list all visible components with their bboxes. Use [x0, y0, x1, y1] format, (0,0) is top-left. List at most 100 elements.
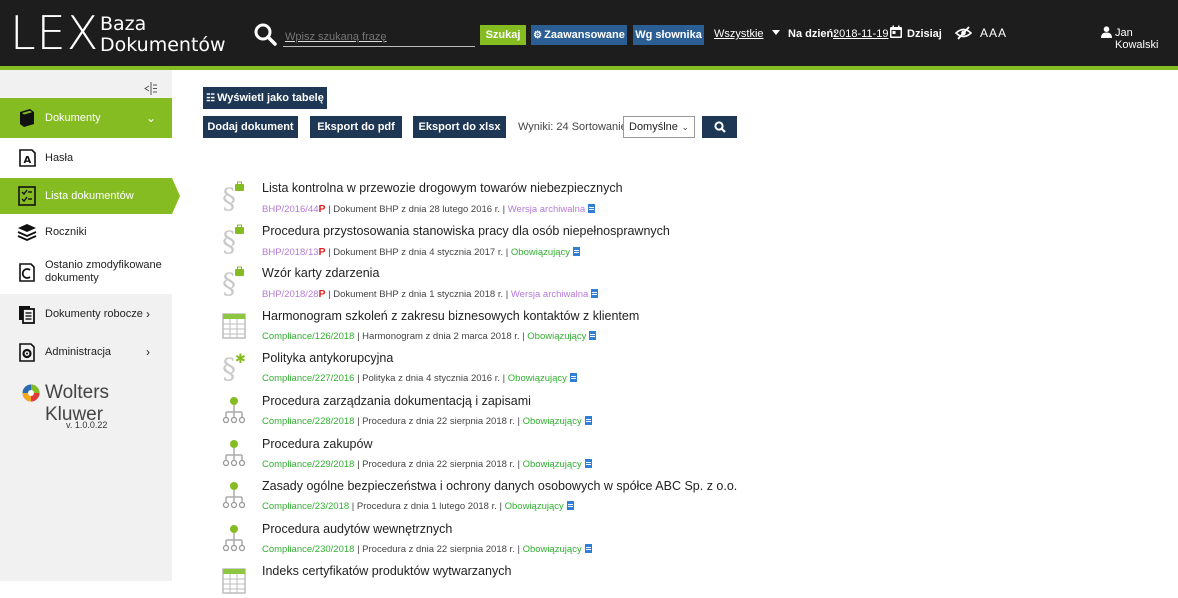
document-meta: BHP/2016/44P | Dokument BHP z dnia 28 lu…	[262, 203, 596, 215]
document-meta: Compliance/23/2018 | Procedura z dnia 1 …	[262, 501, 574, 512]
sidebar-item-dokumenty-robocze[interactable]: Dokumenty robocze ›	[0, 296, 172, 332]
document-signature[interactable]: Compliance/228/2018	[262, 416, 354, 427]
advanced-search-button[interactable]: ⚙ Zaawansowane	[531, 25, 627, 45]
brand-name: Wolters Kluwer	[45, 382, 110, 425]
document-title[interactable]: Polityka antykorupcyjna	[262, 351, 393, 365]
stack-icon	[17, 224, 37, 241]
document-file-icon[interactable]	[584, 416, 592, 425]
date-label: Na dzień:	[788, 28, 837, 40]
document-description: | Dokument BHP z dnia 4 stycznia 2017 r.…	[325, 247, 511, 258]
table-view-button[interactable]: ☷ Wyświetl jako tabelę	[203, 87, 327, 109]
document-signature[interactable]: Compliance/227/2016	[262, 373, 354, 384]
document-file-icon[interactable]	[588, 204, 596, 213]
document-title[interactable]: Wzór karty zdarzenia	[262, 266, 379, 280]
hierarchy-icon	[222, 440, 246, 467]
sidebar-item-label: Dokumenty robocze	[45, 307, 143, 320]
sidebar-item-roczniki[interactable]: Roczniki	[0, 214, 172, 250]
export-pdf-button[interactable]: Eksport do pdf	[310, 116, 402, 138]
dictionary-button[interactable]: Wg słownika	[633, 25, 704, 45]
document-signature[interactable]: Compliance/229/2018	[262, 459, 354, 470]
document-status[interactable]: Obowiązujący	[523, 544, 582, 555]
document-title[interactable]: Lista kontrolna w przewozie drogowym tow…	[262, 181, 623, 195]
wolters-kluwer-logo-icon	[22, 384, 40, 402]
chevron-down-icon: ⌄	[681, 122, 689, 132]
add-document-button[interactable]: Dodaj dokument	[203, 116, 298, 138]
hierarchy-icon	[222, 525, 246, 552]
sidebar-item-ostanio-zmodyfikowane[interactable]: Ostanio zmodyfikowane dokumenty	[0, 250, 172, 294]
document-signature[interactable]: Compliance/230/2018	[262, 544, 354, 555]
document-status[interactable]: Obowiązujący	[505, 501, 564, 512]
document-title[interactable]: Procedura zarządzania dokumentacją i zap…	[262, 394, 531, 408]
logo-lex[interactable]: LEX	[10, 8, 99, 58]
sidebar-item-administracja[interactable]: Administracja ›	[0, 334, 172, 370]
document-status[interactable]: Wersja archiwalna	[511, 289, 588, 300]
today-button[interactable]: Dzisiaj	[907, 28, 942, 40]
document-status[interactable]: Obowiązujący	[523, 459, 582, 470]
document-file-icon[interactable]	[566, 501, 574, 510]
document-signature[interactable]: BHP/2018/28	[262, 289, 319, 300]
svg-text:§: §	[222, 225, 236, 258]
document-status[interactable]: Wersja archiwalna	[508, 204, 585, 215]
search-button[interactable]: Szukaj	[480, 25, 526, 45]
sidebar-item-hasla[interactable]: A Hasła	[0, 138, 172, 178]
document-file-icon[interactable]	[591, 289, 599, 298]
document-meta: Compliance/229/2018 | Procedura z dnia 2…	[262, 459, 592, 470]
svg-text:§: §	[222, 182, 236, 215]
search-input[interactable]	[283, 27, 475, 47]
sort-select[interactable]: Domyślne ⌄	[623, 116, 695, 138]
logo-sub-line-1: Baza	[100, 13, 147, 35]
document-title[interactable]: Harmonogram szkoleń z zakresu biznesowyc…	[262, 309, 639, 323]
font-size-control[interactable]: AAA	[980, 26, 1007, 40]
document-status[interactable]: Obowiązujący	[511, 247, 570, 258]
calendar-icon[interactable]	[889, 25, 903, 39]
document-file-icon[interactable]	[569, 373, 577, 382]
document-signature[interactable]: BHP/2018/13	[262, 247, 319, 258]
document-status[interactable]: Obowiązujący	[508, 373, 567, 384]
sidebar-item-label: Roczniki	[45, 225, 87, 238]
pdf-marker[interactable]: P	[319, 203, 326, 215]
search-icon	[713, 121, 726, 133]
chevron-down-icon[interactable]	[772, 30, 780, 35]
document-file-icon[interactable]	[589, 331, 597, 340]
sidebar-item-label: Dokumenty	[45, 111, 101, 124]
chevron-right-icon: ›	[146, 345, 150, 359]
search-icon[interactable]	[253, 22, 277, 46]
document-signature[interactable]: Compliance/23/2018	[262, 501, 349, 512]
document-signature[interactable]: Compliance/126/2018	[262, 331, 354, 342]
export-xlsx-button[interactable]: Eksport do xlsx	[413, 116, 506, 138]
sidebar-item-lista-dokumentow[interactable]: Lista dokumentów	[0, 178, 172, 214]
document-description: | Procedura z dnia 22 sierpnia 2018 r. |	[354, 544, 523, 555]
document-meta: Compliance/230/2018 | Procedura z dnia 2…	[262, 544, 592, 555]
document-file-icon[interactable]	[573, 247, 581, 256]
document-status[interactable]: Obowiązujący	[527, 331, 586, 342]
gear-icon: ⚙	[533, 29, 543, 41]
document-title[interactable]: Indeks certyfikatów produktów wytwarzany…	[262, 564, 511, 578]
document-meta: BHP/2018/13P | Dokument BHP z dnia 4 sty…	[262, 246, 581, 258]
scope-select[interactable]: Wszystkie	[714, 28, 764, 40]
sidebar-item-dokumenty[interactable]: Dokumenty ⌄	[0, 98, 172, 138]
document-title[interactable]: Procedura audytów wewnętrznych	[262, 522, 452, 536]
pdf-marker[interactable]: P	[319, 288, 326, 300]
header-accent-line	[0, 66, 1178, 70]
document-title[interactable]: Zasady ogólne bezpieczeństwa i ochrony d…	[262, 479, 737, 493]
document-title[interactable]: Procedura przystosowania stanowiska prac…	[262, 224, 670, 238]
user-icon	[1101, 26, 1112, 38]
document-file-icon[interactable]	[584, 544, 592, 553]
date-value[interactable]: 2018-11-19	[833, 28, 888, 40]
svg-text:§: §	[222, 267, 236, 300]
document-signature[interactable]: BHP/2016/44	[262, 204, 319, 215]
sort-value: Domyślne	[629, 121, 678, 133]
letter-a-icon: A	[19, 149, 36, 167]
collapse-menu-icon[interactable]	[144, 82, 157, 95]
user-name[interactable]: Jan Kowalski	[1115, 27, 1178, 51]
document-title[interactable]: Procedura zakupów	[262, 437, 372, 451]
pdf-marker[interactable]: P	[319, 246, 326, 258]
sidebar-item-label: Administracja	[45, 345, 112, 358]
table-icon	[222, 568, 246, 594]
document-file-icon[interactable]	[584, 459, 592, 468]
document-meta: BHP/2018/28P | Dokument BHP z dnia 1 sty…	[262, 288, 599, 300]
chevron-right-icon: ›	[146, 307, 150, 321]
document-status[interactable]: Obowiązujący	[523, 416, 582, 427]
eye-slash-icon[interactable]	[955, 26, 972, 40]
sort-search-button[interactable]	[702, 116, 737, 138]
